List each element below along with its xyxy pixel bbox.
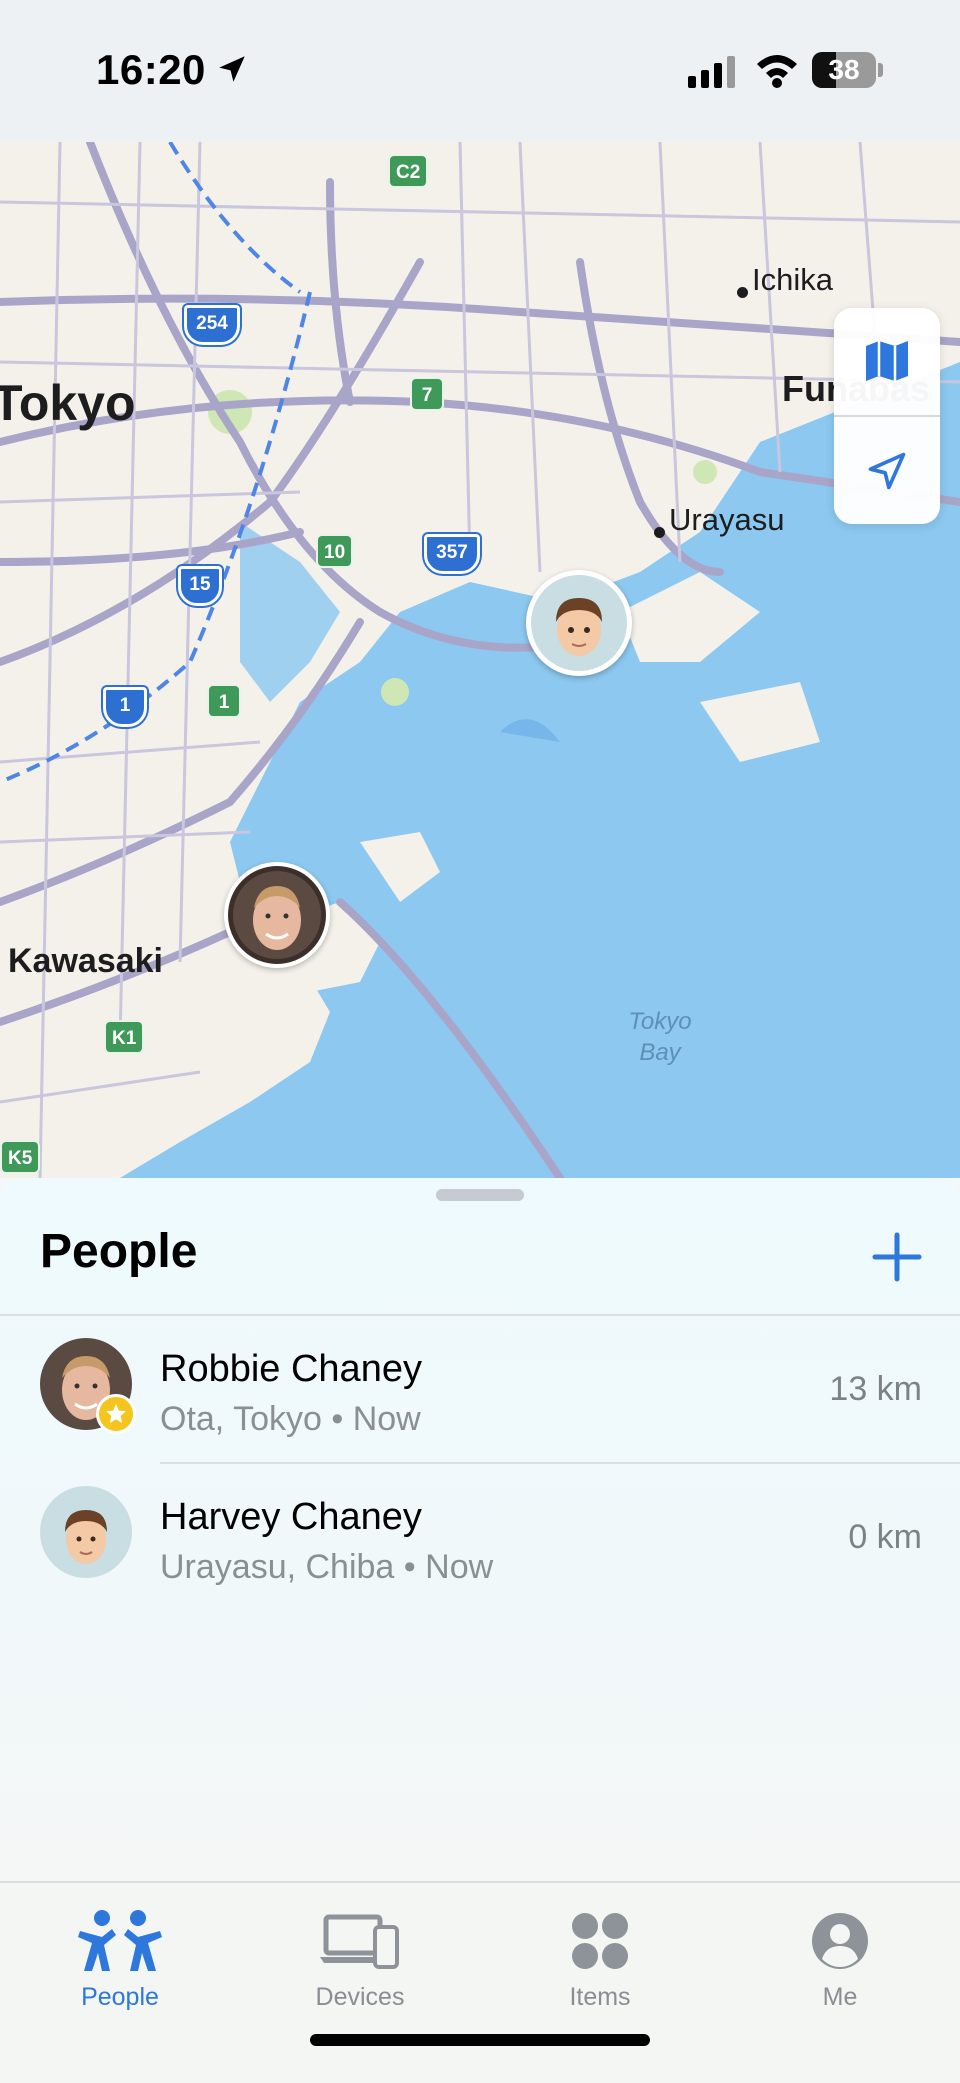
location-arrow-icon: [868, 452, 906, 490]
map-mode-button[interactable]: [834, 308, 940, 414]
sheet-grabber[interactable]: [436, 1189, 524, 1201]
expressway-shield-15: 15: [178, 566, 222, 606]
cellular-signal-icon: [688, 56, 735, 88]
map-view[interactable]: Tokyo Kawasaki Funabas Urayasu Ichika To…: [0, 142, 960, 1178]
wifi-icon: [757, 55, 797, 88]
person-location-text: Ota, Tokyo: [160, 1400, 322, 1438]
plus-icon: [872, 1232, 922, 1282]
status-time: 16:20: [96, 46, 206, 93]
route-badge-10: 10: [316, 534, 354, 568]
water-label-tokyo-bay: Tokyo Bay: [600, 1006, 720, 1068]
person-time: Now: [425, 1548, 494, 1586]
current-location-button[interactable]: [834, 418, 940, 524]
tab-label: People: [81, 1983, 159, 2011]
person-pin-robbie[interactable]: [224, 862, 330, 968]
person-row-robbie[interactable]: Robbie Chaney Ota, Tokyo • Now 13 km: [0, 1316, 960, 1462]
separator-dot: •: [331, 1400, 353, 1438]
map-controls: [834, 308, 940, 524]
people-sheet: People Robbie Chaney Ota, Tokyo • Now 13…: [0, 1178, 960, 1881]
memoji-avatar-icon: [531, 575, 627, 671]
battery-level: 38: [828, 54, 860, 85]
place-label-urayasu: Urayasu: [669, 502, 785, 537]
me-icon: [720, 1903, 960, 1979]
tab-bar: People Devices Items Me: [0, 1881, 960, 2083]
memoji-avatar-icon: [40, 1486, 132, 1578]
separator-dot: •: [403, 1548, 426, 1586]
sheet-title: People: [40, 1225, 198, 1278]
add-person-button[interactable]: [868, 1228, 926, 1286]
route-badge-7: 7: [410, 377, 444, 411]
route-badge-c2: C2: [388, 154, 429, 188]
location-services-icon: [219, 56, 245, 82]
person-distance: 13 km: [829, 1370, 922, 1408]
person-location: Ota, Tokyo • Now: [160, 1400, 421, 1439]
devices-icon: [240, 1903, 480, 1979]
route-badge-k5: K5: [0, 1140, 41, 1174]
place-label-ichikawa: Ichika: [752, 262, 833, 297]
map-icon: [866, 341, 908, 381]
tab-items[interactable]: Items: [480, 1883, 720, 2023]
person-pin-harvey[interactable]: [526, 570, 632, 676]
home-indicator[interactable]: [310, 2034, 650, 2046]
tab-devices[interactable]: Devices: [240, 1883, 480, 2023]
person-name: Harvey Chaney: [160, 1496, 422, 1538]
expressway-shield-254: 254: [184, 305, 240, 345]
people-icon: [0, 1903, 240, 1979]
profile-photo-icon: [228, 866, 326, 964]
expressway-shield-1: 1: [103, 687, 147, 727]
water-label-line-2: Bay: [639, 1039, 681, 1066]
items-icon: [480, 1903, 720, 1979]
city-label-kawasaki: Kawasaki: [8, 942, 163, 980]
person-distance: 0 km: [848, 1518, 922, 1556]
tab-label: Items: [569, 1983, 631, 2011]
person-name: Robbie Chaney: [160, 1348, 422, 1390]
tab-label: Me: [822, 1983, 858, 2011]
tab-me[interactable]: Me: [720, 1883, 960, 2023]
person-location: Urayasu, Chiba • Now: [160, 1548, 493, 1587]
person-location-text: Urayasu, Chiba: [160, 1548, 395, 1586]
person-row-harvey[interactable]: Harvey Chaney Urayasu, Chiba • Now 0 km: [0, 1464, 960, 1610]
favorite-star-icon: [96, 1394, 136, 1434]
water-label-line-1: Tokyo: [628, 1008, 692, 1035]
place-dot-urayasu: [654, 527, 665, 538]
person-time: Now: [352, 1400, 421, 1438]
avatar: [40, 1486, 132, 1578]
place-dot-ichikawa: [737, 287, 748, 298]
tab-label: Devices: [315, 1983, 405, 2011]
expressway-shield-357: 357: [424, 534, 480, 574]
status-bar: 16:20 38: [0, 0, 960, 142]
tab-people[interactable]: People: [0, 1883, 240, 2023]
city-label-tokyo: Tokyo: [0, 375, 136, 431]
battery-icon: 38: [812, 52, 876, 88]
route-badge-k1: K1: [104, 1020, 145, 1054]
route-badge-1: 1: [207, 684, 241, 718]
